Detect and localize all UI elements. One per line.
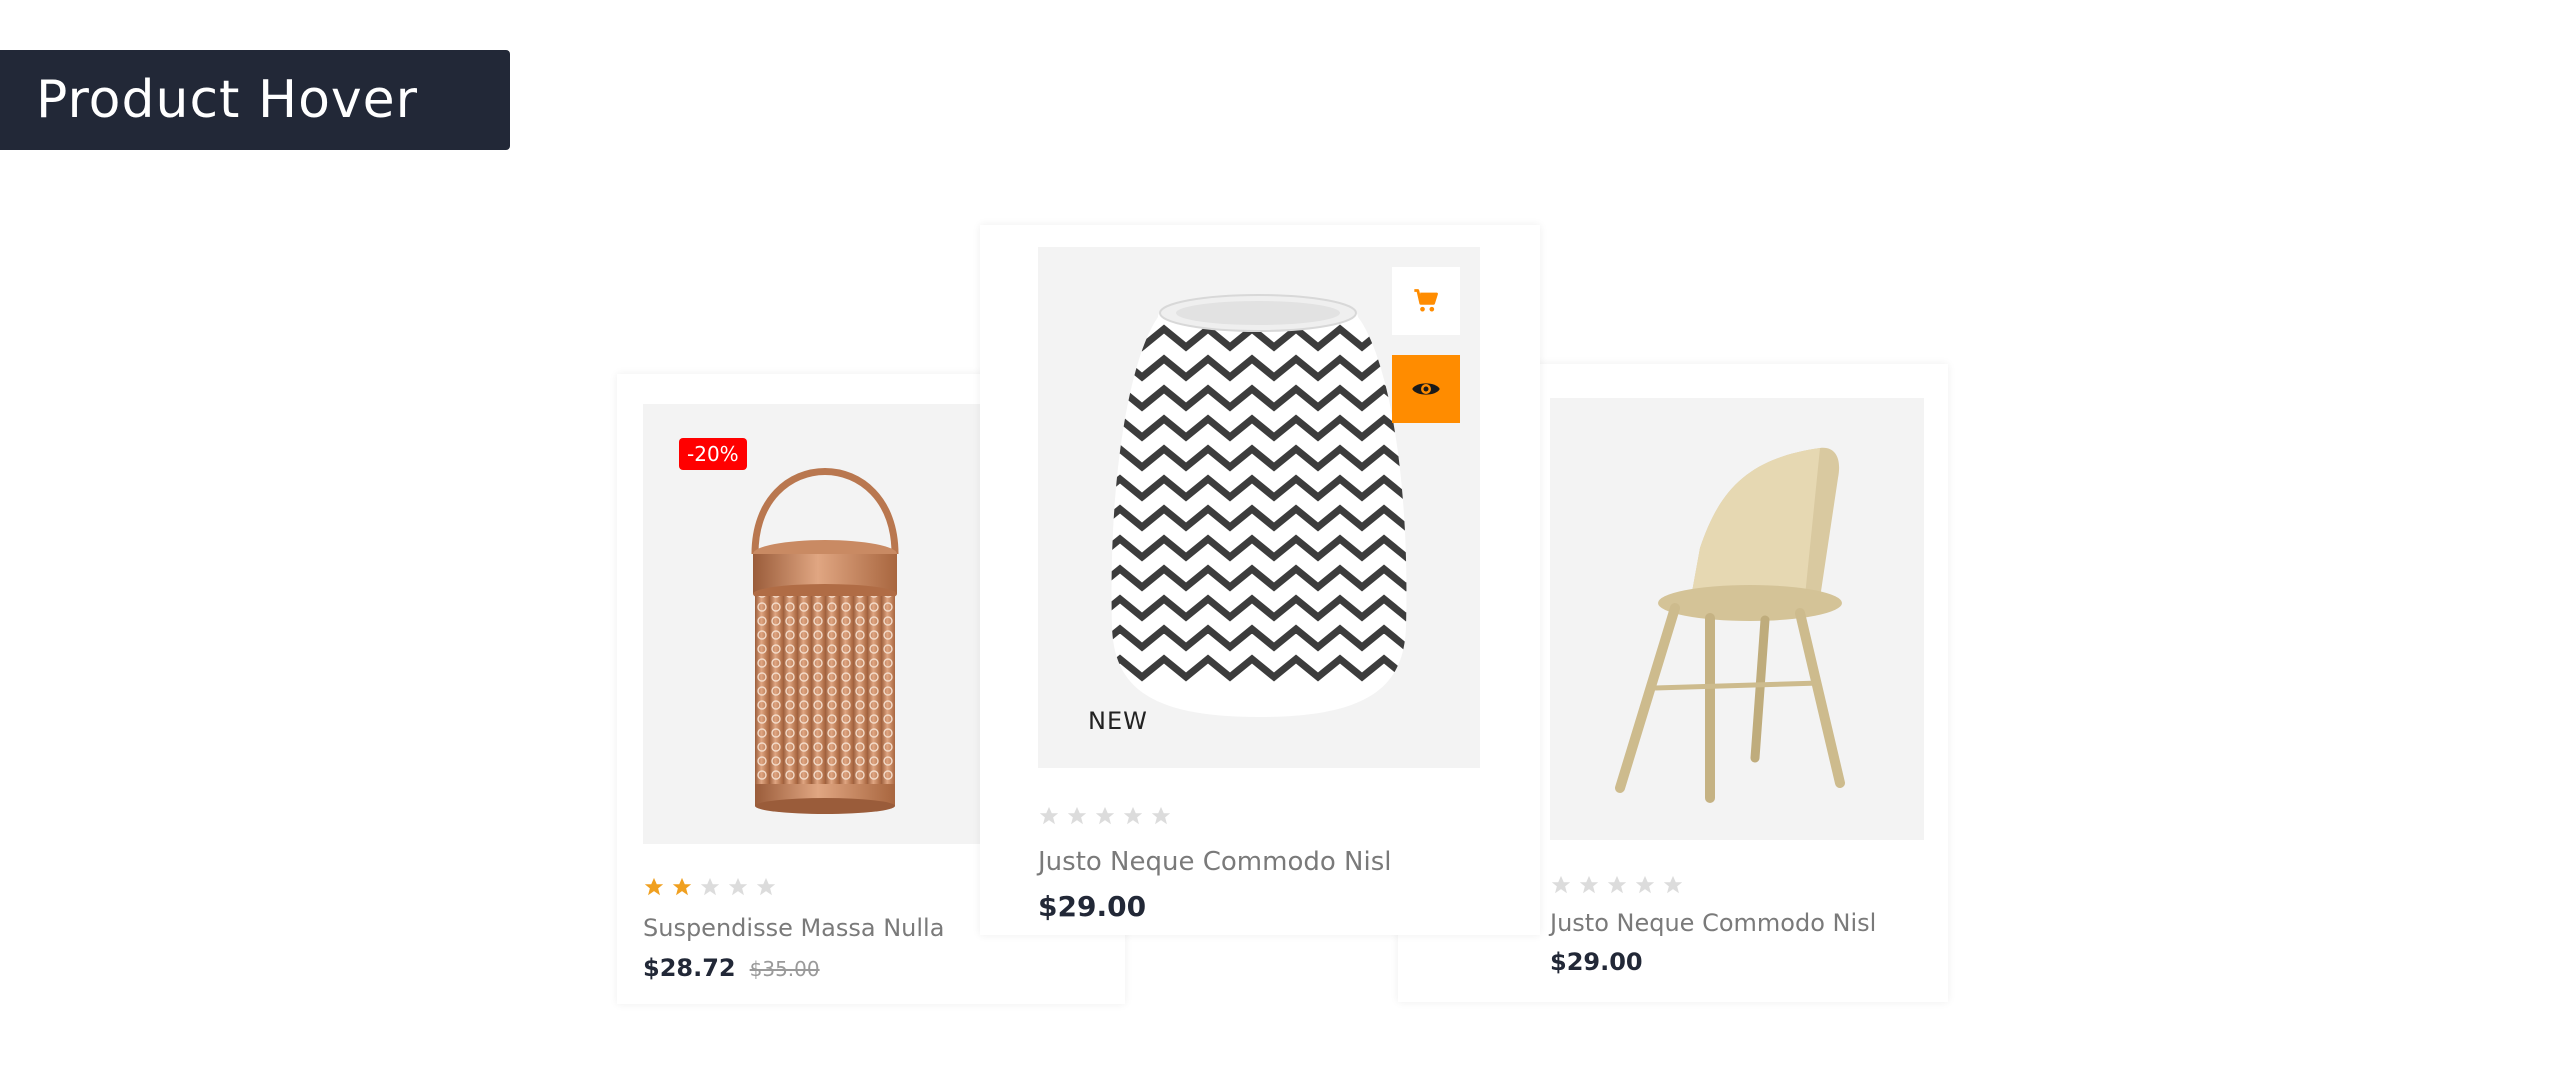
current-price: $29.00 — [1038, 890, 1147, 923]
page: Product Hover -20% Suspendisse Massa Nul… — [0, 0, 2560, 1083]
star-empty-icon — [728, 877, 748, 896]
product-image[interactable]: NEW — [1038, 247, 1480, 768]
rating-stars — [1038, 805, 1172, 827]
rating-stars — [643, 876, 777, 898]
sale-badge: -20% — [679, 438, 747, 470]
star-filled-icon — [672, 877, 692, 896]
product-name[interactable]: Suspendisse Massa Nulla — [643, 914, 944, 942]
price-row: $29.00 — [1038, 890, 1146, 923]
star-empty-icon — [1095, 806, 1115, 825]
star-empty-icon — [1579, 875, 1599, 894]
star-empty-icon — [1635, 875, 1655, 894]
product-card-hovered[interactable]: NEW Justo Neque Commodo Nisl $29.00 — [980, 225, 1540, 935]
add-to-cart-button[interactable] — [1392, 267, 1460, 335]
price-row: $29.00 — [1550, 948, 1643, 976]
star-empty-icon — [1663, 875, 1683, 894]
price-row: $28.72 $35.00 — [643, 954, 820, 982]
star-empty-icon — [700, 877, 720, 896]
quick-view-button[interactable] — [1392, 355, 1460, 423]
star-empty-icon — [1067, 806, 1087, 825]
star-empty-icon — [1607, 875, 1627, 894]
new-badge: NEW — [1088, 707, 1148, 735]
cart-icon — [1414, 289, 1438, 312]
eye-icon — [1412, 383, 1440, 395]
section-title: Product Hover — [36, 70, 419, 130]
rating-stars — [1550, 874, 1684, 896]
star-empty-icon — [1123, 806, 1143, 825]
old-price: $35.00 — [749, 957, 820, 981]
section-title-bar: Product Hover — [0, 50, 510, 150]
product-name[interactable]: Justo Neque Commodo Nisl — [1550, 909, 1876, 937]
product-name[interactable]: Justo Neque Commodo Nisl — [1038, 847, 1392, 877]
chair-image — [1615, 447, 1845, 803]
current-price: $29.00 — [1550, 948, 1643, 976]
product-image[interactable] — [1550, 398, 1924, 840]
star-empty-icon — [1151, 806, 1171, 825]
current-price: $28.72 — [643, 954, 736, 982]
star-filled-icon — [644, 877, 664, 896]
star-empty-icon — [1039, 806, 1059, 825]
star-empty-icon — [756, 877, 776, 896]
star-empty-icon — [1551, 875, 1571, 894]
